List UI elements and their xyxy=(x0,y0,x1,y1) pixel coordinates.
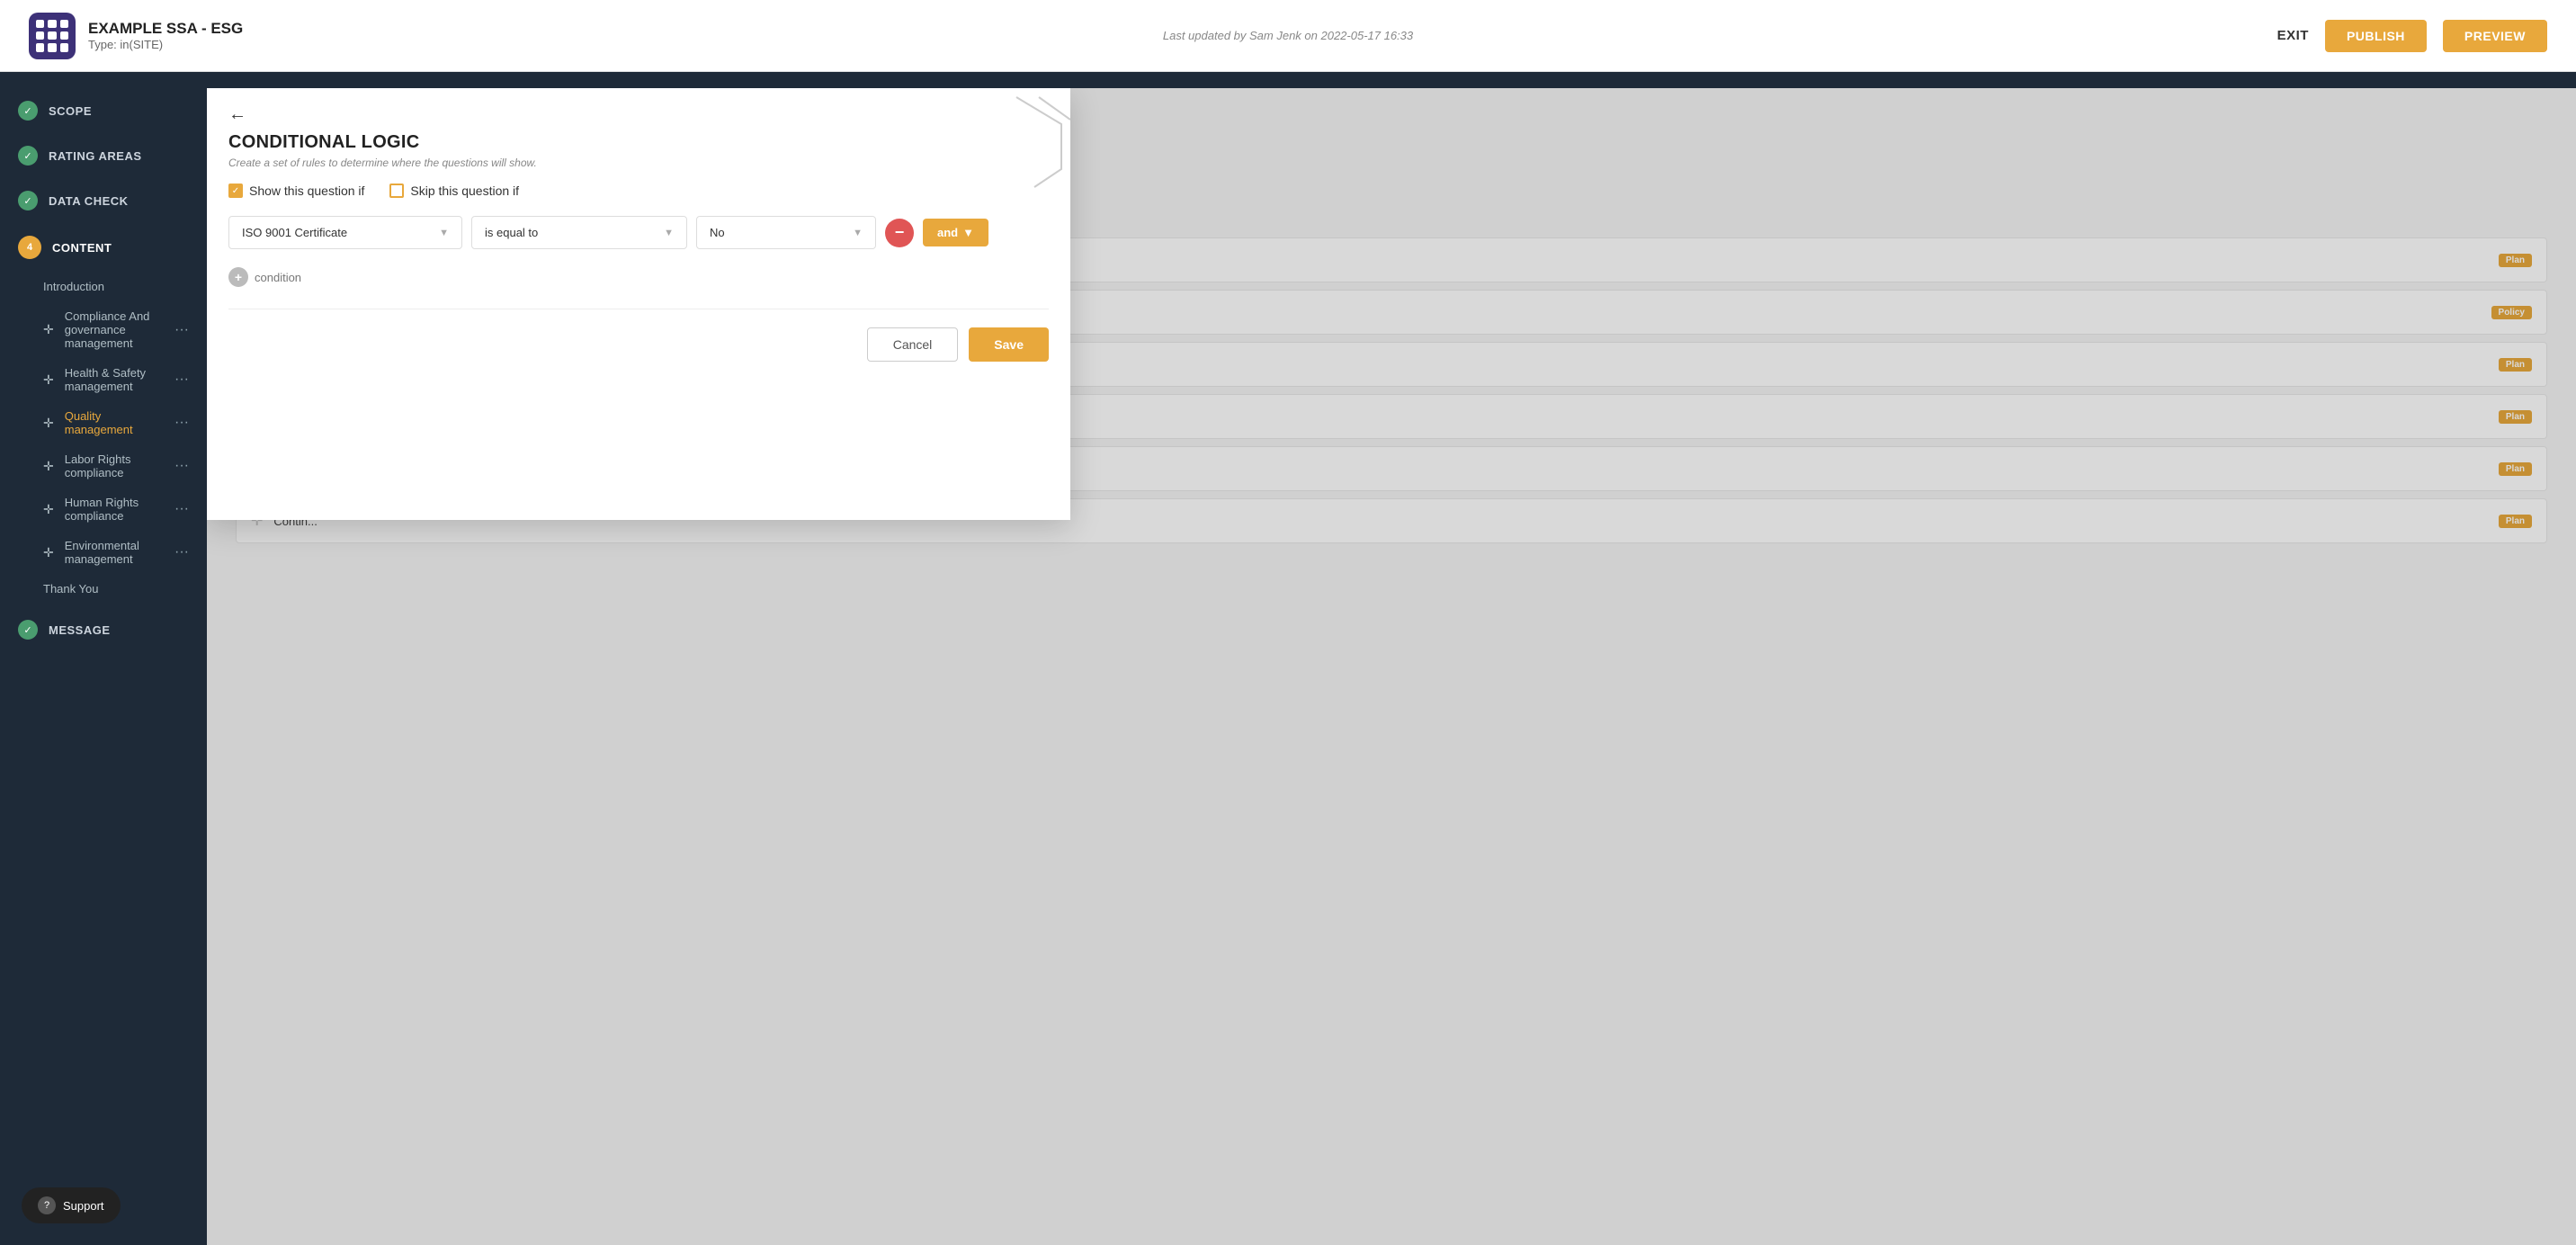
add-condition-button[interactable]: + condition xyxy=(207,267,1070,309)
add-condition-label: condition xyxy=(255,271,301,284)
quality-drag-handle: ✛ xyxy=(43,416,54,431)
nav-bar xyxy=(0,72,2576,88)
health-label: Health & Safety management xyxy=(65,366,167,393)
sidebar-item-quality[interactable]: ✛ Quality management ··· xyxy=(0,401,207,444)
sidebar-item-environmental[interactable]: ✛ Environmental management ··· xyxy=(0,531,207,574)
environmental-label: Environmental management xyxy=(65,539,167,566)
publish-button[interactable]: PUBLISH xyxy=(2325,20,2427,52)
field-caret-icon: ▼ xyxy=(439,228,449,238)
answer-select[interactable]: No ▼ xyxy=(696,216,876,249)
thankyou-label: Thank You xyxy=(43,582,98,596)
scope-check-icon: ✓ xyxy=(18,101,38,121)
sidebar-item-introduction[interactable]: Introduction xyxy=(0,272,207,301)
field-select[interactable]: ISO 9001 Certificate ▼ xyxy=(228,216,462,249)
sidebar-sub-list: Introduction ✛ Compliance And governance… xyxy=(0,272,207,607)
modal-title: CONDITIONAL LOGIC xyxy=(207,125,1070,157)
support-button[interactable]: ? Support xyxy=(22,1187,121,1223)
sidebar-item-labor[interactable]: ✛ Labor Rights compliance ··· xyxy=(0,444,207,488)
message-label: MESSAGE xyxy=(49,623,111,637)
sidebar-item-human-rights[interactable]: ✛ Human Rights compliance ··· xyxy=(0,488,207,531)
remove-condition-button[interactable]: − xyxy=(885,219,914,247)
modal-overlay: ← CONDITIONAL LOGIC Create a set of rule… xyxy=(207,88,2576,1245)
sidebar-item-health-safety[interactable]: ✛ Health & Safety management ··· xyxy=(0,358,207,401)
content-number-icon: 4 xyxy=(18,236,41,259)
compliance-more-icon[interactable]: ··· xyxy=(174,323,189,337)
sidebar-item-compliance[interactable]: ✛ Compliance And governance management ·… xyxy=(0,301,207,358)
scope-label: SCOPE xyxy=(49,104,92,118)
modal-checkboxes: Show this question if Skip this question… xyxy=(207,184,1070,216)
sidebar-item-rating-areas[interactable]: ✓ RATING AREAS xyxy=(0,133,207,178)
main-layout: ✓ SCOPE ✓ RATING AREAS ✓ DATA CHECK 4 CO… xyxy=(0,88,2576,1245)
operator-value: is equal to xyxy=(485,226,538,239)
support-label: Support xyxy=(63,1199,104,1213)
datacheck-label: DATA CHECK xyxy=(49,194,129,208)
app-logo: EXAMPLE SSA - ESG Type: in(SITE) xyxy=(29,13,243,59)
message-check-icon: ✓ xyxy=(18,620,38,640)
human-drag-handle: ✛ xyxy=(43,502,54,517)
operator-caret-icon: ▼ xyxy=(664,228,674,238)
preview-button[interactable]: PREVIEW xyxy=(2443,20,2547,52)
labor-label: Labor Rights compliance xyxy=(65,452,167,479)
health-more-icon[interactable]: ··· xyxy=(174,372,189,387)
modal-actions: Cancel Save xyxy=(207,327,1070,390)
app-name: EXAMPLE SSA - ESG xyxy=(88,20,243,38)
last-updated: Last updated by Sam Jenk on 2022-05-17 1… xyxy=(1163,29,1413,42)
datacheck-check-icon: ✓ xyxy=(18,191,38,210)
skip-label: Skip this question if xyxy=(410,184,519,198)
support-icon: ? xyxy=(38,1196,56,1214)
answer-caret-icon: ▼ xyxy=(853,228,863,238)
introduction-label: Introduction xyxy=(43,280,104,293)
and-caret-icon: ▼ xyxy=(962,226,974,239)
logo-text: EXAMPLE SSA - ESG Type: in(SITE) xyxy=(88,20,243,51)
save-button[interactable]: Save xyxy=(969,327,1049,362)
compliance-drag-handle: ✛ xyxy=(43,322,54,337)
sidebar-item-scope[interactable]: ✓ SCOPE xyxy=(0,88,207,133)
show-label: Show this question if xyxy=(249,184,364,198)
modal-back-button[interactable]: ← xyxy=(207,88,268,125)
quality-label: Quality management xyxy=(65,409,167,436)
sidebar-item-content[interactable]: 4 CONTENT xyxy=(0,223,207,272)
labor-drag-handle: ✛ xyxy=(43,459,54,474)
compliance-label: Compliance And governance management xyxy=(65,309,167,350)
modal-description: Create a set of rules to determine where… xyxy=(207,157,1070,184)
exit-button[interactable]: EXIT xyxy=(2277,28,2309,43)
logo-icon xyxy=(29,13,76,59)
show-checkbox-box[interactable] xyxy=(228,184,243,198)
labor-more-icon[interactable]: ··· xyxy=(174,459,189,473)
app-type: Type: in(SITE) xyxy=(88,38,243,51)
content-label: CONTENT xyxy=(52,241,112,255)
skip-question-checkbox[interactable]: Skip this question if xyxy=(389,184,519,198)
sidebar-item-data-check[interactable]: ✓ DATA CHECK xyxy=(0,178,207,223)
sidebar: ✓ SCOPE ✓ RATING AREAS ✓ DATA CHECK 4 CO… xyxy=(0,88,207,1245)
field-value: ISO 9001 Certificate xyxy=(242,226,347,239)
human-rights-label: Human Rights compliance xyxy=(65,496,167,523)
show-question-checkbox[interactable]: Show this question if xyxy=(228,184,364,198)
health-drag-handle: ✛ xyxy=(43,372,54,388)
quality-more-icon[interactable]: ··· xyxy=(174,416,189,430)
env-drag-handle: ✛ xyxy=(43,545,54,560)
answer-value: No xyxy=(710,226,725,239)
sidebar-item-thank-you[interactable]: Thank You xyxy=(0,574,207,604)
cancel-button[interactable]: Cancel xyxy=(867,327,959,362)
rating-check-icon: ✓ xyxy=(18,146,38,166)
human-rights-more-icon[interactable]: ··· xyxy=(174,502,189,516)
skip-checkbox-box[interactable] xyxy=(389,184,404,198)
plus-icon: + xyxy=(228,267,248,287)
content-area: CONTENT QUALITY MANAGEMENT Drag items fr… xyxy=(207,88,2576,1245)
and-button[interactable]: and ▼ xyxy=(923,219,988,246)
rating-label: RATING AREAS xyxy=(49,149,142,163)
condition-row: ISO 9001 Certificate ▼ is equal to ▼ No … xyxy=(207,216,1070,267)
conditional-logic-modal: ← CONDITIONAL LOGIC Create a set of rule… xyxy=(207,88,1070,520)
and-label: and xyxy=(937,226,958,239)
header-actions: EXIT PUBLISH PREVIEW xyxy=(2277,20,2547,52)
env-more-icon[interactable]: ··· xyxy=(174,545,189,560)
header: EXAMPLE SSA - ESG Type: in(SITE) Last up… xyxy=(0,0,2576,72)
corner-decoration xyxy=(962,88,1070,196)
sidebar-item-message[interactable]: ✓ MESSAGE xyxy=(0,607,207,652)
operator-select[interactable]: is equal to ▼ xyxy=(471,216,687,249)
